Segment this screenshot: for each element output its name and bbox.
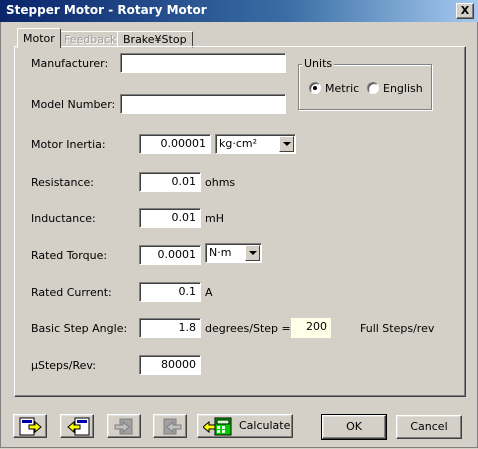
import-icon [19, 417, 42, 436]
chevron-down-icon[interactable] [279, 136, 294, 152]
calculate-label: Calculate [239, 419, 291, 432]
chevron-down-icon[interactable] [245, 245, 260, 261]
window-title: Stepper Motor - Rotary Motor [6, 3, 207, 17]
rated-current-unit: A [205, 286, 213, 299]
rated-torque-label: Rated Torque: [31, 249, 108, 262]
inductance-unit: mH [205, 212, 224, 225]
manufacturer-input[interactable] [120, 53, 286, 73]
export-disabled-icon [163, 418, 182, 435]
step-angle-unit: degrees/Step = [205, 322, 291, 335]
ok-button[interactable]: OK [321, 414, 387, 440]
units-title: Units [302, 57, 335, 70]
model-number-label: Model Number: [31, 98, 116, 111]
export-icon [67, 417, 90, 436]
english-radio[interactable] [367, 82, 379, 94]
basic-step-angle-input[interactable]: 1.8 [139, 318, 201, 338]
calculator-icon [203, 417, 232, 436]
rated-torque-input[interactable]: 0.0001 [139, 245, 201, 265]
full-steps-readout: 200 [291, 318, 331, 338]
microsteps-input[interactable]: 80000 [139, 355, 201, 375]
full-steps-unit: Full Steps/rev [360, 322, 435, 335]
inductance-label: Inductance: [31, 212, 96, 225]
resistance-unit: ohms [205, 176, 236, 189]
cancel-button[interactable]: Cancel [396, 415, 462, 439]
metric-radio[interactable] [309, 82, 321, 94]
disabled-import-button [107, 414, 141, 438]
metric-label[interactable]: Metric [325, 82, 359, 95]
close-button[interactable]: X [456, 3, 474, 19]
model-number-input[interactable] [120, 94, 286, 114]
motor-inertia-input[interactable]: 0.00001 [139, 134, 211, 154]
tab-motor[interactable]: Motor [17, 28, 61, 48]
import-button[interactable] [13, 414, 47, 438]
disabled-export-button [153, 414, 187, 438]
inductance-input[interactable]: 0.01 [139, 208, 201, 228]
calculate-button[interactable]: Calculate [197, 414, 293, 438]
resistance-input[interactable]: 0.01 [139, 172, 201, 192]
microsteps-label: µSteps/Rev: [31, 359, 97, 372]
inertia-unit-value: kg·cm² [219, 137, 258, 150]
english-label[interactable]: English [383, 82, 423, 95]
torque-unit-value: N·m [209, 246, 232, 259]
export-button[interactable] [60, 414, 94, 438]
rated-current-input[interactable]: 0.1 [139, 282, 201, 302]
motor-inertia-label: Motor Inertia: [31, 138, 106, 151]
title-bar: Stepper Motor - Rotary Motor X [0, 0, 478, 22]
manufacturer-label: Manufacturer: [31, 57, 109, 70]
torque-unit-select[interactable]: N·m [205, 243, 262, 263]
import-disabled-icon [114, 418, 133, 435]
basic-step-angle-label: Basic Step Angle: [31, 322, 128, 335]
inertia-unit-select[interactable]: kg·cm² [215, 134, 296, 154]
rated-current-label: Rated Current: [31, 286, 112, 299]
resistance-label: Resistance: [31, 176, 94, 189]
